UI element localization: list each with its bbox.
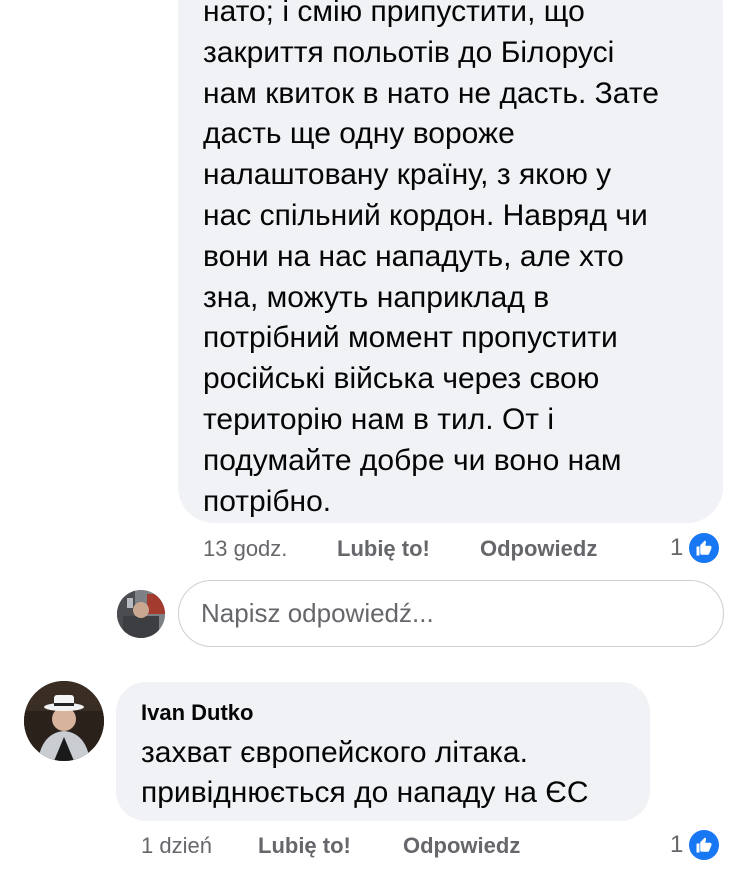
comments-thread: нато; і смію припустити, що закриття пол… xyxy=(0,0,750,891)
comment-text: нато; і смію припустити, що закриття пол… xyxy=(203,0,659,518)
comment-timestamp[interactable]: 1 dzień xyxy=(141,833,212,859)
comment-timestamp[interactable]: 13 godz. xyxy=(203,536,287,562)
reaction-count: 1 xyxy=(670,831,684,858)
reaction-summary[interactable]: 1 xyxy=(670,531,722,565)
comment-author[interactable]: Ivan Dutko xyxy=(141,700,253,726)
thumbs-up-icon xyxy=(687,828,722,862)
like-button[interactable]: Lubię to! xyxy=(258,833,351,859)
thumbs-up-icon xyxy=(687,531,722,565)
reply-button[interactable]: Odpowiedz xyxy=(480,536,597,562)
avatar[interactable] xyxy=(24,681,104,761)
comment-text: захват європейского літака. привіднюєтьс… xyxy=(141,736,589,809)
like-button[interactable]: Lubię to! xyxy=(337,536,430,562)
reply-placeholder: Napisz odpowiedź... xyxy=(201,598,434,628)
reply-button[interactable]: Odpowiedz xyxy=(403,833,520,859)
reply-input[interactable]: Napisz odpowiedź... xyxy=(178,580,724,647)
reaction-count: 1 xyxy=(670,534,684,561)
reaction-summary[interactable]: 1 xyxy=(670,828,722,862)
avatar[interactable] xyxy=(117,590,165,638)
